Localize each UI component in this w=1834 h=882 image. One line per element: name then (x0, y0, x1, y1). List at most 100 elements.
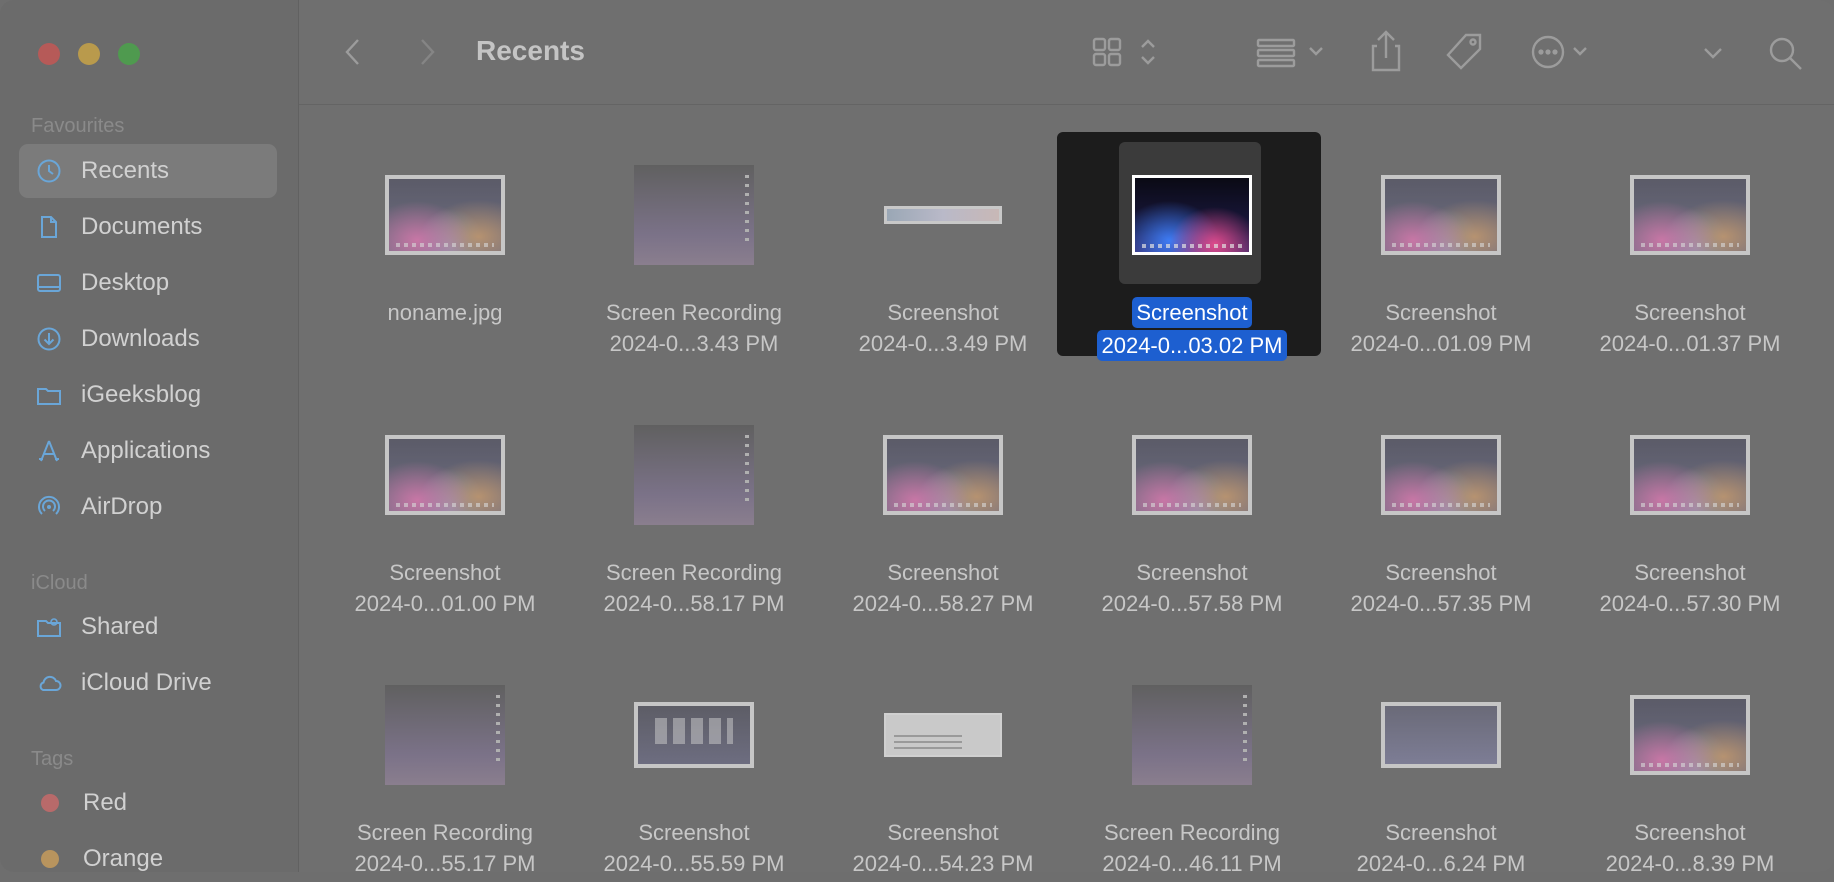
file-item[interactable]: Screenshot 2024-0...57.58 PM (1067, 400, 1317, 630)
sidebar-item-label: iGeeksblog (81, 381, 202, 408)
document-icon (35, 213, 63, 241)
sidebar-item-label: Shared (81, 613, 159, 640)
sidebar-item-tag-orange[interactable]: Orange (19, 832, 277, 872)
file-item[interactable]: Screen Recording 2024-0...3.43 PM (569, 140, 819, 370)
file-item[interactable]: Screenshot 2024-0...01.09 PM (1316, 140, 1566, 370)
file-item[interactable]: Screenshot 2024-0...58.27 PM (818, 400, 1068, 630)
file-thumbnail (1381, 435, 1501, 515)
sidebar-item-label: AirDrop (81, 493, 163, 520)
tags-header: Tags (31, 748, 74, 770)
sidebar-item-icloud-drive[interactable]: iCloud Drive (19, 656, 277, 710)
file-thumbnail (385, 435, 505, 515)
minimize-button[interactable] (78, 43, 100, 65)
file-item[interactable]: Screenshot 2024-0...3.49 PM (818, 140, 1068, 370)
sidebar-item-label: Orange (83, 845, 164, 872)
sidebar-item-label: Desktop (81, 269, 170, 296)
window-title: Recents (476, 35, 585, 66)
search-button[interactable] (1764, 32, 1808, 76)
sidebar-item-airdrop[interactable]: AirDrop (19, 480, 277, 534)
file-name: Screenshot 2024-0...01.37 PM (1599, 300, 1781, 356)
file-name: Screenshot 2024-0...01.00 PM (354, 560, 536, 616)
file-item-selected[interactable]: Screenshot 2024-0...03.02 PM (1057, 132, 1321, 370)
file-name: Screenshot 2024-0...58.27 PM (852, 560, 1034, 616)
share-button[interactable] (1366, 28, 1406, 74)
file-thumbnail (884, 206, 1002, 224)
file-name: Screenshot 2024-0...57.35 PM (1350, 560, 1532, 616)
sidebar-item-desktop[interactable]: Desktop (19, 256, 277, 310)
file-item[interactable]: Screenshot 2024-0...57.30 PM (1565, 400, 1815, 630)
chevron-right-icon (421, 39, 435, 65)
sidebar-item-downloads[interactable]: Downloads (19, 312, 277, 366)
sidebar-item-label: Red (83, 789, 128, 816)
file-thumbnail (1630, 435, 1750, 515)
chevron-down-icon (1704, 48, 1722, 59)
file-item[interactable]: Screenshot 2024-0...57.35 PM (1316, 400, 1566, 630)
sidebar-item-applications[interactable]: Applications (19, 424, 277, 478)
sidebar-item-recents[interactable]: Recents (19, 144, 277, 198)
sidebar-item-shared[interactable]: Shared (19, 600, 277, 654)
desktop-icon (35, 269, 63, 297)
icloud-header: iCloud (31, 572, 88, 594)
applications-icon (35, 437, 63, 465)
file-name: Screenshot 2024-0...57.30 PM (1599, 560, 1781, 616)
file-name: Screen Recording 2024-0...58.17 PM (603, 560, 785, 616)
file-thumbnail (884, 713, 1002, 757)
chevron-left-icon (345, 39, 359, 65)
sidebar-item-label: Recents (81, 157, 170, 184)
file-item[interactable]: Screenshot 2024-0...6.24 PM (1316, 660, 1566, 872)
cloud-icon (35, 669, 63, 697)
back-button[interactable] (336, 34, 370, 70)
sidebar-item-tag-red[interactable]: Red (19, 776, 277, 830)
file-item[interactable]: Screen Recording 2024-0...55.17 PM (320, 660, 570, 872)
more-actions-button[interactable] (1528, 32, 1600, 72)
file-item[interactable]: noname.jpg (320, 140, 570, 370)
orange-tag-icon (41, 850, 59, 868)
file-thumbnail (385, 685, 505, 785)
file-name: Screen Recording 2024-0...3.43 PM (605, 300, 783, 356)
zoom-button[interactable] (118, 43, 140, 65)
airdrop-icon (35, 493, 63, 521)
group-icon (1256, 38, 1323, 68)
icon-grid-icon (1092, 37, 1155, 67)
file-item[interactable]: Screenshot 2024-0...55.59 PM (569, 660, 819, 872)
close-button[interactable] (38, 43, 60, 65)
sidebar: Favourites Recents Documents Desktop Dow… (0, 0, 299, 872)
sidebar-item-label: Downloads (81, 325, 200, 352)
file-name: Screenshot 2024-0...03.02 PM (1067, 297, 1317, 361)
file-name: Screenshot 2024-0...01.09 PM (1350, 300, 1532, 356)
tag-button[interactable] (1442, 30, 1486, 74)
view-mode-button[interactable] (1090, 32, 1162, 72)
sidebar-item-documents[interactable]: Documents (19, 200, 277, 254)
file-thumbnail (1132, 685, 1252, 785)
file-name: Screenshot 2024-0...54.23 PM (852, 820, 1034, 872)
file-name: Screenshot 2024-0...8.39 PM (1605, 820, 1775, 872)
file-grid: noname.jpg Screen Recording 2024-0...3.43… (299, 105, 1834, 872)
file-name: noname.jpg (387, 300, 503, 325)
file-name: Screenshot 2024-0...6.24 PM (1356, 820, 1526, 872)
sidebar-item-igeeksblog[interactable]: iGeeksblog (19, 368, 277, 422)
file-thumbnail (1630, 175, 1750, 255)
favourites-header: Favourites (31, 115, 125, 137)
search-icon (1769, 37, 1802, 70)
toolbar-overflow-button[interactable] (1696, 38, 1730, 68)
file-name: Screenshot 2024-0...3.49 PM (858, 300, 1028, 356)
file-item[interactable]: Screen Recording 2024-0...58.17 PM (569, 400, 819, 630)
file-item[interactable]: Screen Recording 2024-0...46.11 PM (1067, 660, 1317, 872)
file-item[interactable]: Screenshot 2024-0...01.37 PM (1565, 140, 1815, 370)
sidebar-item-label: Applications (81, 437, 211, 464)
folder-icon (35, 381, 63, 409)
file-thumbnail (1381, 702, 1501, 768)
file-item[interactable]: Screenshot 2024-0...8.39 PM (1565, 660, 1815, 872)
finder-window: Favourites Recents Documents Desktop Dow… (0, 0, 1834, 872)
download-icon (35, 325, 63, 353)
tag-icon (1446, 33, 1482, 70)
file-thumbnail (883, 435, 1003, 515)
file-name: Screen Recording 2024-0...46.11 PM (1102, 820, 1282, 872)
group-button[interactable] (1254, 32, 1330, 72)
file-name: Screen Recording 2024-0...55.17 PM (354, 820, 536, 872)
file-thumbnail (1630, 695, 1750, 775)
forward-button[interactable] (410, 34, 444, 70)
shared-folder-icon (35, 613, 63, 641)
file-item[interactable]: Screenshot 2024-0...01.00 PM (320, 400, 570, 630)
file-item[interactable]: Screenshot 2024-0...54.23 PM (818, 660, 1068, 872)
